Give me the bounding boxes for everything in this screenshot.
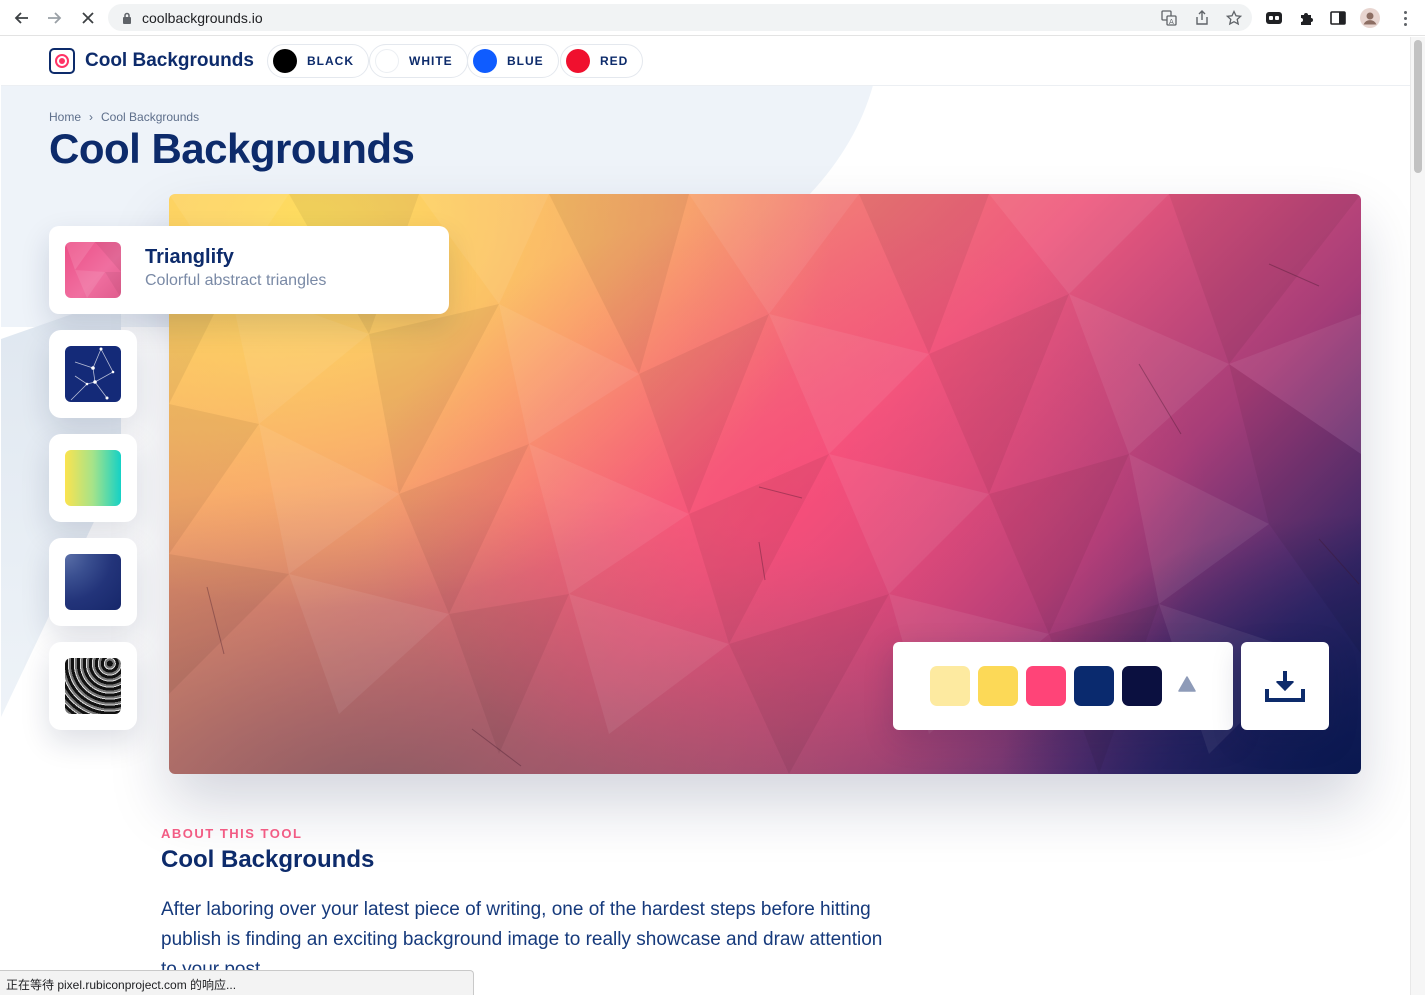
palette-swatch-3[interactable] bbox=[1026, 666, 1066, 706]
forward-icon[interactable] bbox=[42, 6, 66, 30]
breadcrumb-separator: › bbox=[89, 110, 94, 124]
svg-text:A: A bbox=[1169, 18, 1174, 26]
page-title: Cool Backgrounds bbox=[49, 125, 415, 172]
gradient-thumbnail bbox=[65, 450, 121, 506]
download-button[interactable] bbox=[1241, 642, 1329, 730]
profile-avatar-icon[interactable] bbox=[1359, 7, 1381, 29]
scrollbar-thumb[interactable] bbox=[1414, 40, 1422, 173]
color-palette-panel bbox=[893, 642, 1233, 730]
color-filter-black[interactable]: BLACK bbox=[267, 44, 369, 78]
color-filter-label: BLUE bbox=[507, 54, 544, 68]
palette-swatch-1[interactable] bbox=[930, 666, 970, 706]
address-bar[interactable]: coolbackgrounds.io A bbox=[108, 4, 1252, 31]
palette-swatch-2[interactable] bbox=[978, 666, 1018, 706]
side-panel-icon[interactable] bbox=[1327, 7, 1349, 29]
selected-tool-card[interactable]: Trianglify Colorful abstract triangles bbox=[49, 226, 449, 314]
logo-icon[interactable] bbox=[49, 48, 75, 74]
palette-swatch-4[interactable] bbox=[1074, 666, 1114, 706]
selected-tool-title: Trianglify bbox=[145, 246, 234, 268]
bookmark-star-icon[interactable] bbox=[1225, 9, 1243, 27]
color-filter-blue[interactable]: BLUE bbox=[467, 44, 559, 78]
tool-button-particles[interactable] bbox=[49, 330, 137, 418]
color-filter-label: BLACK bbox=[307, 54, 354, 68]
tool-button-gradient[interactable] bbox=[49, 434, 137, 522]
breadcrumb: Home › Cool Backgrounds bbox=[49, 110, 199, 124]
color-dot bbox=[473, 49, 497, 73]
color-dot bbox=[273, 49, 297, 73]
trianglify-thumbnail bbox=[65, 242, 121, 298]
logo-text[interactable]: Cool Backgrounds bbox=[85, 50, 254, 72]
triangle-icon[interactable] bbox=[1177, 674, 1197, 694]
tool-button-layers[interactable] bbox=[49, 538, 137, 626]
browser-menu-icon[interactable] bbox=[1398, 7, 1412, 29]
stop-loading-icon[interactable] bbox=[76, 6, 100, 30]
selected-tool-subtitle: Colorful abstract triangles bbox=[145, 272, 327, 289]
monochrome-waves-thumbnail bbox=[65, 658, 121, 714]
page-scrollbar[interactable] bbox=[1410, 37, 1425, 995]
back-icon[interactable] bbox=[10, 6, 34, 30]
share-icon[interactable] bbox=[1193, 9, 1211, 27]
lock-icon[interactable] bbox=[118, 9, 136, 27]
color-dot bbox=[566, 49, 590, 73]
about-title: Cool Backgrounds bbox=[161, 846, 375, 873]
palette-swatch-5[interactable] bbox=[1122, 666, 1162, 706]
color-filter-white[interactable]: WHITE bbox=[369, 44, 468, 78]
tool-button-3d-waves[interactable] bbox=[49, 642, 137, 730]
breadcrumb-current[interactable]: Cool Backgrounds bbox=[101, 110, 199, 124]
color-filter-label: WHITE bbox=[409, 54, 453, 68]
color-dot bbox=[375, 49, 399, 73]
site-header: Cool Backgrounds BLACK WHITE BLUE RED bbox=[1, 37, 1410, 86]
browser-toolbar: coolbackgrounds.io A bbox=[0, 0, 1425, 36]
extension-app-icon[interactable] bbox=[1263, 7, 1285, 29]
constellation-thumbnail bbox=[65, 346, 121, 402]
web-page: Cool Backgrounds BLACK WHITE BLUE RED Ho… bbox=[1, 37, 1410, 995]
translate-icon[interactable]: A bbox=[1160, 9, 1178, 27]
extensions-puzzle-icon[interactable] bbox=[1295, 7, 1317, 29]
url-text[interactable]: coolbackgrounds.io bbox=[142, 10, 263, 26]
color-filter-label: RED bbox=[600, 54, 629, 68]
browser-status-bar: 正在等待 pixel.rubiconproject.com 的响应... bbox=[0, 970, 474, 995]
layered-waves-thumbnail bbox=[65, 554, 121, 610]
about-kicker: ABOUT THIS TOOL bbox=[161, 826, 303, 841]
color-filter-red[interactable]: RED bbox=[560, 44, 644, 78]
download-icon bbox=[1265, 671, 1305, 702]
breadcrumb-home[interactable]: Home bbox=[49, 110, 81, 124]
